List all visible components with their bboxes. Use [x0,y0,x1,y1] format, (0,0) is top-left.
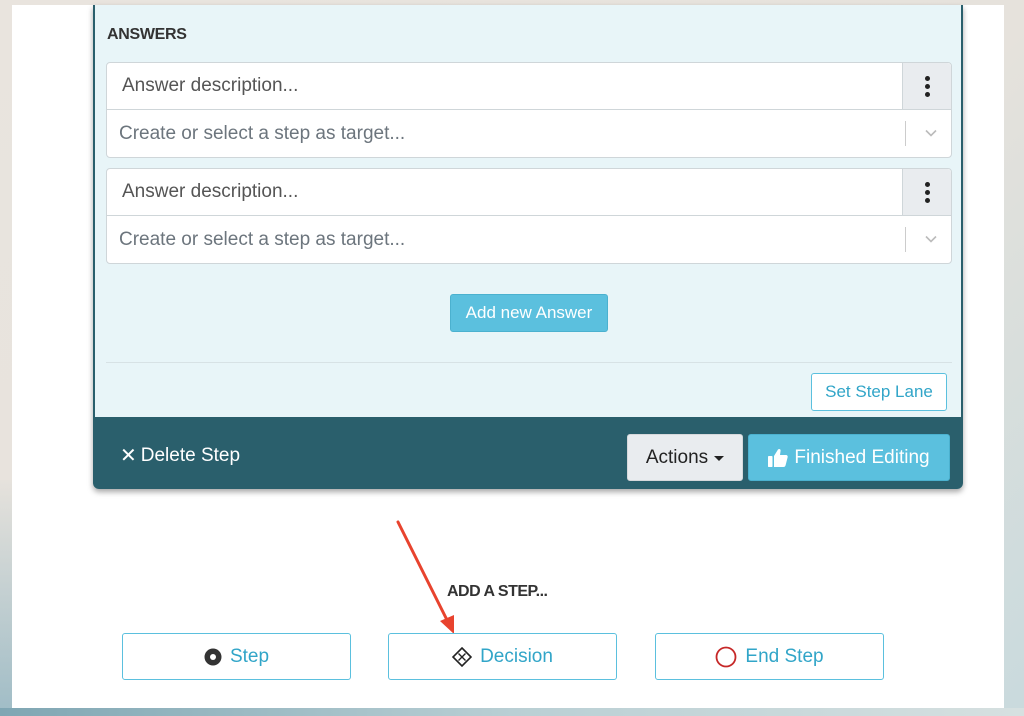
add-end-step-button[interactable]: End Step [655,633,884,680]
add-decision-label: Decision [480,645,553,667]
answer-options-button[interactable] [902,63,951,109]
add-answer-button[interactable]: Add new Answer [450,294,608,332]
chevron-down-icon [925,235,937,243]
step-editor-footer: ✕ Delete Step Actions Finished Editing [93,417,963,489]
answer-description-input[interactable] [107,169,902,215]
select-separator [905,121,906,146]
delete-step-label: Delete Step [140,444,241,466]
background-edge [0,480,12,716]
answer-description-row [107,169,951,216]
page: ANSWERS Create or select a step as targe… [12,5,1004,708]
decision-diamond-icon [452,646,473,667]
answer-item: Create or select a step as target... [106,168,952,264]
answer-description-row [107,63,951,110]
answer-target-select[interactable]: Create or select a step as target... [107,110,951,157]
finished-editing-label: Finished Editing [794,446,930,468]
caret-down-icon [714,456,725,461]
actions-label: Actions [645,446,709,468]
answer-description-input[interactable] [107,63,902,109]
step-editor-card: ANSWERS Create or select a step as targe… [93,5,963,489]
answer-item: Create or select a step as target... [106,62,952,158]
set-step-lane-button[interactable]: Set Step Lane [811,373,947,411]
filled-circle-icon [204,648,222,665]
actions-dropdown-button[interactable]: Actions [627,434,743,481]
answer-target-placeholder: Create or select a step as target... [119,123,406,144]
add-step-title: ADD A STEP... [447,583,548,600]
background-edge [0,708,1024,716]
answer-target-select[interactable]: Create or select a step as target... [107,216,951,263]
select-separator [905,227,906,252]
open-circle-icon [716,646,737,667]
delete-step-button[interactable]: ✕ Delete Step [120,443,240,468]
answers-title: ANSWERS [107,26,187,43]
add-step-label: Step [229,645,270,667]
kebab-menu-icon [924,75,930,97]
divider [106,362,952,363]
add-end-step-label: End Step [745,645,824,667]
annotation-arrow-icon [396,520,454,634]
add-decision-button[interactable]: Decision [388,633,617,680]
answer-options-button[interactable] [902,169,951,215]
chevron-down-icon [925,129,937,137]
answer-target-placeholder: Create or select a step as target... [119,229,406,250]
step-editor-body: ANSWERS Create or select a step as targe… [93,5,963,417]
kebab-menu-icon [924,181,930,203]
thumbs-up-icon [768,449,789,467]
add-step-button[interactable]: Step [122,633,351,680]
finished-editing-button[interactable]: Finished Editing [748,434,950,481]
x-icon: ✕ [120,445,137,467]
